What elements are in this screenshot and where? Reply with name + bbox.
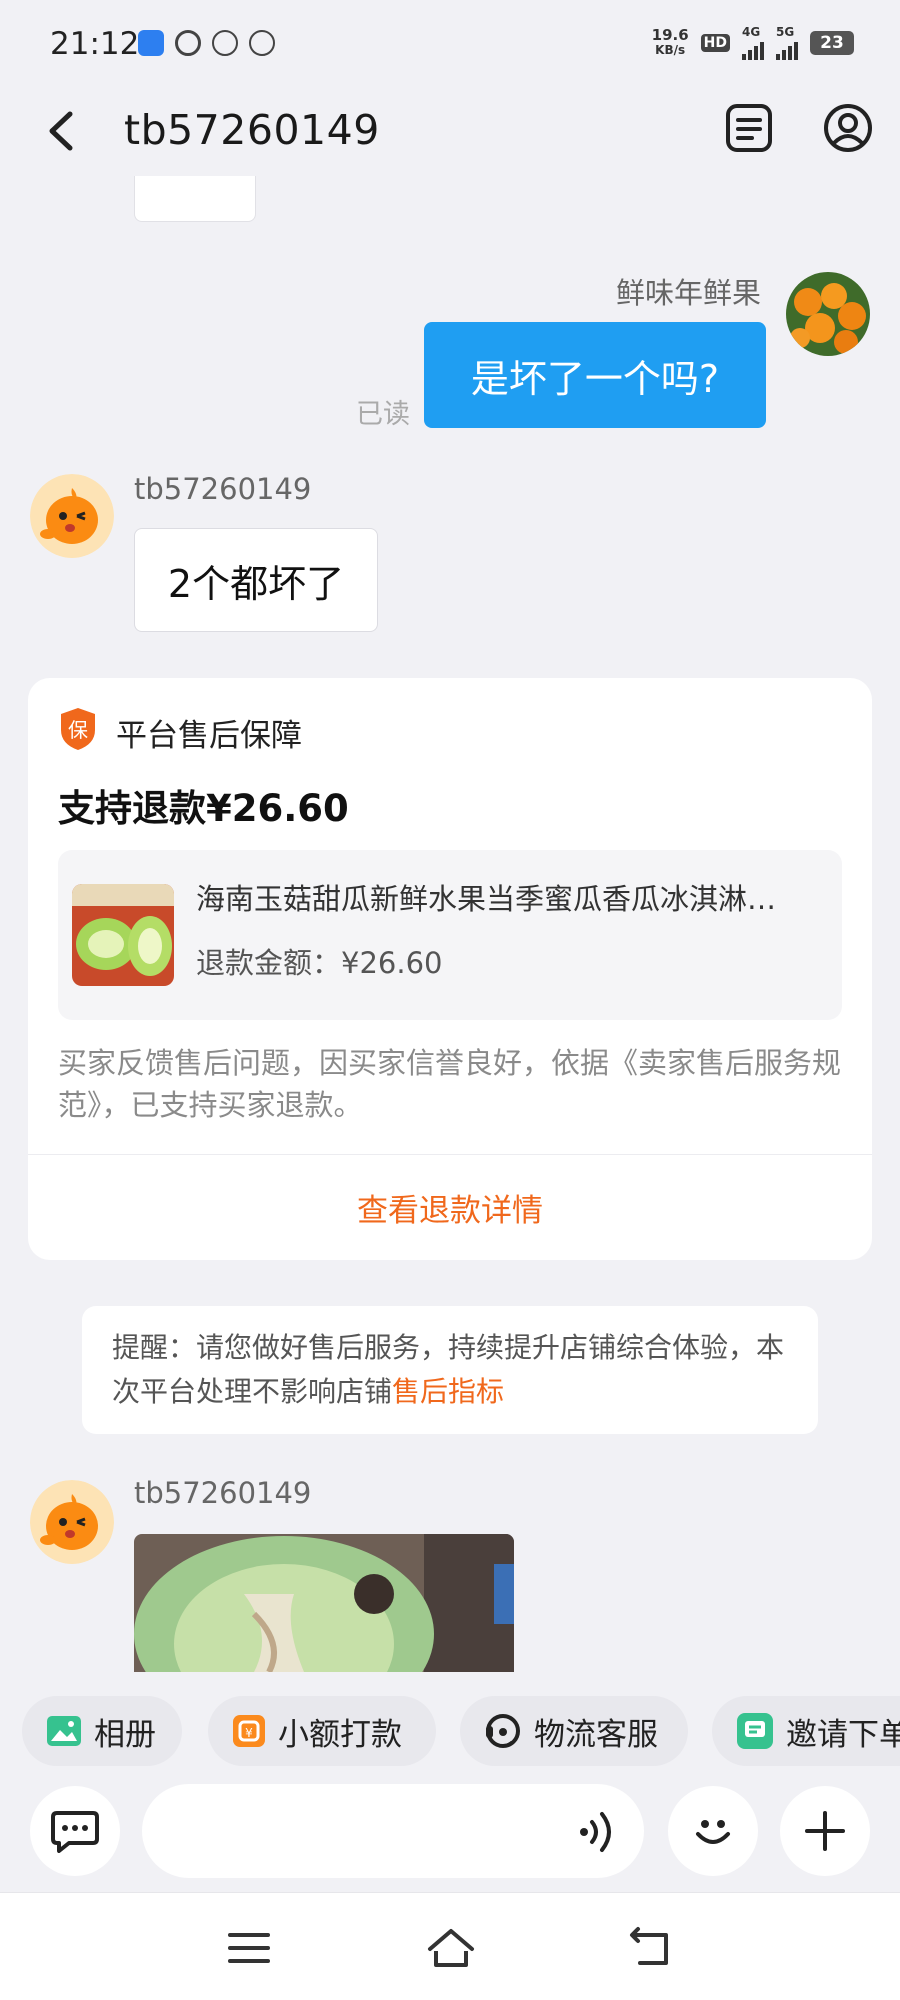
input-bar <box>0 1772 900 1892</box>
sender-name: tb57260149 <box>134 472 312 506</box>
view-refund-details-link[interactable]: 查看退款详情 <box>28 1154 872 1260</box>
battery-icon: 23 <box>810 31 854 55</box>
headset-icon <box>486 1714 520 1748</box>
sender-name: tb57260149 <box>134 1476 312 1510</box>
hd-badge: HD <box>700 34 730 52</box>
back-icon[interactable] <box>40 106 84 156</box>
network-speed-value: 19.6 <box>651 26 689 44</box>
network-speed-unit: KB/s <box>655 43 686 57</box>
product-title: 海南玉菇甜瓜新鲜水果当季蜜瓜香瓜冰淇淋… <box>196 882 777 916</box>
chat-bubble-icon <box>51 1811 99 1853</box>
back-nav-icon[interactable] <box>624 1925 678 1971</box>
game-notification-icon <box>249 30 275 56</box>
smiley-icon <box>696 1820 730 1844</box>
sim2-network-label: 5G <box>776 25 795 39</box>
after-sales-metrics-link[interactable]: 售后指标 <box>392 1375 504 1408</box>
buyer-message-bubble[interactable]: 2个都坏了 <box>134 528 378 632</box>
svg-text:¥: ¥ <box>245 1726 253 1740</box>
product-refund-amount: 退款金额：¥26.60 <box>196 946 443 980</box>
system-nav-bar <box>0 1892 900 2000</box>
sim1-network-label: 4G <box>742 25 761 39</box>
read-status: 已读 <box>356 399 410 430</box>
order-list-icon[interactable] <box>724 102 774 154</box>
sender-name: 鲜味年鲜果 <box>616 276 762 310</box>
profile-icon[interactable] <box>822 102 874 154</box>
invite-order-icon <box>737 1713 773 1749</box>
image-message[interactable] <box>134 1534 514 1672</box>
small-payment-icon: ¥ <box>233 1715 265 1747</box>
refund-description: 买家反馈售后问题，因买家信誉良好，依据《卖家售后服务规范》，已支持买家退款。 <box>58 1046 842 1122</box>
status-time: 21:12 <box>50 26 140 62</box>
status-indicators: 19.6 KB/s HD 4G 5G 23 <box>652 26 854 60</box>
menu-icon[interactable] <box>222 1925 276 1971</box>
more-button[interactable] <box>780 1786 870 1876</box>
product-thumbnail <box>72 884 174 986</box>
shield-notification-icon <box>175 30 201 56</box>
small-payment-button[interactable]: ¥ 小额打款 <box>208 1696 436 1766</box>
plus-icon <box>805 1811 845 1851</box>
status-bar: 21:12 19.6 KB/s HD 4G 5G 23 <box>0 0 900 88</box>
logistics-service-label: 物流客服 <box>534 1716 658 1753</box>
album-button[interactable]: 相册 <box>22 1696 182 1766</box>
quick-actions-bar: 相册 ¥ 小额打款 物流客服 邀请下单 <box>0 1688 900 1772</box>
invite-order-button[interactable]: 邀请下单 <box>712 1696 900 1766</box>
small-payment-label: 小额打款 <box>278 1716 402 1753</box>
seller-avatar[interactable] <box>786 272 870 356</box>
invite-order-label: 邀请下单 <box>786 1716 900 1753</box>
refund-card: 保 平台售后保障 支持退款¥26.60 海南玉菇甜瓜新鲜水果当季蜜瓜香瓜冰淇淋…… <box>28 678 872 1260</box>
network-speed: 19.6 KB/s <box>652 28 689 58</box>
album-label: 相册 <box>94 1716 156 1753</box>
product-box[interactable]: 海南玉菇甜瓜新鲜水果当季蜜瓜香瓜冰淇淋… 退款金额：¥26.60 <box>58 850 842 1020</box>
shield-icon: 保 <box>61 708 95 750</box>
logistics-service-button[interactable]: 物流客服 <box>460 1696 688 1766</box>
music-notification-icon <box>212 30 238 56</box>
buyer-avatar[interactable] <box>30 1480 114 1564</box>
notification-icons <box>138 30 275 56</box>
card-tag: 平台售后保障 <box>116 718 302 754</box>
seller-message-bubble[interactable]: 是坏了一个吗? <box>424 322 766 428</box>
signal-sim2-icon: 5G <box>776 26 798 60</box>
message-input[interactable] <box>142 1784 644 1878</box>
chat-title: tb57260149 <box>124 106 380 154</box>
signal-sim1-icon: 4G <box>742 26 764 60</box>
app-notification-icon <box>138 30 164 56</box>
chat-header: tb57260149 <box>0 88 900 176</box>
refund-amount: 支持退款¥26.60 <box>58 787 349 830</box>
home-icon[interactable] <box>424 1925 478 1971</box>
voice-icon[interactable] <box>578 1810 618 1854</box>
album-icon <box>47 1716 81 1746</box>
shield-badge-text: 保 <box>68 718 88 742</box>
buyer-avatar[interactable] <box>30 474 114 558</box>
quick-reply-button[interactable] <box>30 1786 120 1876</box>
emoji-button[interactable] <box>668 1786 758 1876</box>
previous-message-bubble[interactable] <box>134 176 256 222</box>
reminder-notice: 提醒：请您做好售后服务，持续提升店铺综合体验，本次平台处理不影响店铺售后指标 <box>82 1306 818 1434</box>
